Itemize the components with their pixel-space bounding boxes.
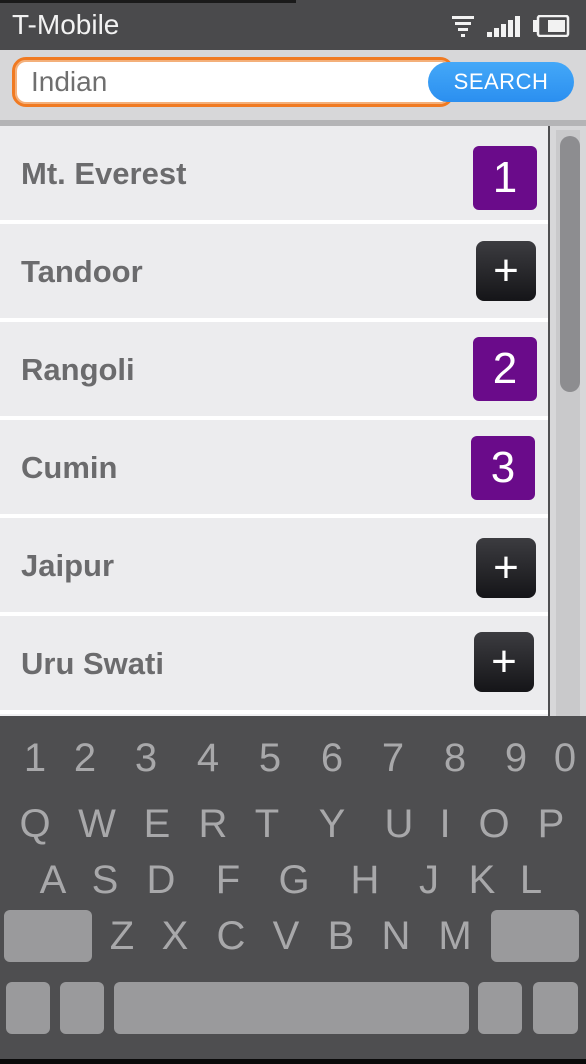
key-p[interactable]: P — [526, 802, 576, 847]
list-item[interactable]: Mt. Everest 1 — [0, 126, 548, 224]
key-z[interactable]: Z — [97, 914, 147, 959]
signal-strength-icon — [487, 16, 520, 37]
key-j[interactable]: J — [404, 858, 454, 903]
period-key[interactable] — [478, 982, 522, 1034]
key-8[interactable]: 8 — [430, 736, 480, 781]
return-key[interactable] — [533, 982, 578, 1034]
item-label: Mt. Everest — [21, 156, 187, 191]
screen-bottom-edge — [0, 1059, 586, 1064]
list-item[interactable]: Cumin 3 — [0, 420, 548, 518]
key-f[interactable]: F — [203, 858, 253, 903]
key-i[interactable]: I — [420, 802, 470, 847]
keyboard: 1 2 3 4 5 6 7 8 9 0 Q W E R T Y U I O P … — [0, 716, 586, 1064]
key-y[interactable]: Y — [307, 802, 357, 847]
battery-icon — [533, 15, 570, 37]
item-label: Cumin — [21, 450, 118, 485]
item-label: Rangoli — [21, 352, 135, 387]
list-item[interactable]: Jaipur + — [0, 518, 548, 616]
key-b[interactable]: B — [316, 914, 366, 959]
key-s[interactable]: S — [80, 858, 130, 903]
key-v[interactable]: V — [261, 914, 311, 959]
key-9[interactable]: 9 — [491, 736, 541, 781]
rank-badge: 2 — [473, 337, 537, 401]
key-4[interactable]: 4 — [183, 736, 233, 781]
rank-badge: 1 — [473, 146, 537, 210]
search-input[interactable] — [12, 57, 454, 107]
search-bar: SEARCH — [0, 50, 586, 126]
key-5[interactable]: 5 — [245, 736, 295, 781]
list-item[interactable]: Rangoli 2 — [0, 322, 548, 420]
key-r[interactable]: R — [188, 802, 238, 847]
key-k[interactable]: K — [457, 858, 507, 903]
key-a[interactable]: A — [28, 858, 78, 903]
item-label: Uru Swati — [21, 646, 164, 681]
add-button[interactable]: + — [476, 538, 536, 598]
space-bar[interactable] — [114, 982, 469, 1034]
key-6[interactable]: 6 — [307, 736, 357, 781]
key-h[interactable]: H — [340, 858, 390, 903]
key-u[interactable]: U — [374, 802, 424, 847]
status-bar: T-Mobile — [0, 0, 586, 50]
key-x[interactable]: X — [150, 914, 200, 959]
key-e[interactable]: E — [132, 802, 182, 847]
key-m[interactable]: M — [430, 914, 480, 959]
status-bar-edge — [0, 0, 296, 3]
key-7[interactable]: 7 — [368, 736, 418, 781]
add-button[interactable]: + — [476, 241, 536, 301]
search-button[interactable]: SEARCH — [428, 62, 574, 102]
wifi-icon — [452, 16, 474, 37]
symbols-key[interactable] — [6, 982, 50, 1034]
key-o[interactable]: O — [469, 802, 519, 847]
key-d[interactable]: D — [136, 858, 186, 903]
key-g[interactable]: G — [269, 858, 319, 903]
key-2[interactable]: 2 — [60, 736, 110, 781]
key-l[interactable]: L — [506, 858, 556, 903]
results-list: Mt. Everest 1 Tandoor + Rangoli 2 Cumin … — [0, 126, 548, 716]
delete-key[interactable] — [491, 910, 579, 962]
scrollbar-thumb[interactable] — [560, 136, 580, 392]
emoji-key[interactable] — [60, 982, 104, 1034]
rank-badge: 3 — [471, 436, 535, 500]
shift-key[interactable] — [4, 910, 92, 962]
item-label: Tandoor — [21, 254, 143, 289]
list-item[interactable]: Tandoor + — [0, 224, 548, 322]
key-3[interactable]: 3 — [121, 736, 171, 781]
key-n[interactable]: N — [371, 914, 421, 959]
key-1[interactable]: 1 — [10, 736, 60, 781]
key-q[interactable]: Q — [10, 802, 60, 847]
add-button[interactable]: + — [474, 632, 534, 692]
carrier-name: T-Mobile — [12, 9, 120, 40]
key-w[interactable]: W — [72, 802, 122, 847]
list-item[interactable]: Uru Swati + — [0, 616, 548, 714]
key-t[interactable]: T — [242, 802, 292, 847]
key-0[interactable]: 0 — [540, 736, 586, 781]
item-label: Jaipur — [21, 548, 115, 583]
key-c[interactable]: C — [206, 914, 256, 959]
